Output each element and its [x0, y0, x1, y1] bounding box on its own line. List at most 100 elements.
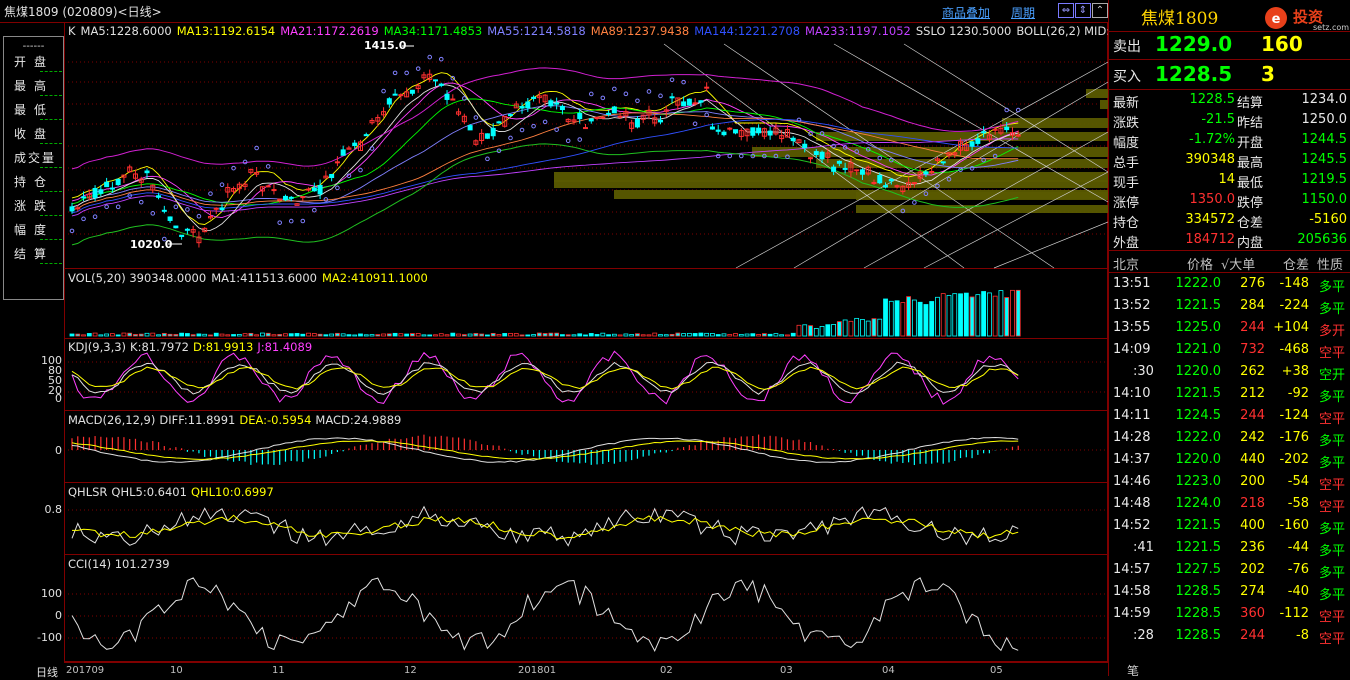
zoom-out-icon[interactable]: ⇕ [1075, 3, 1091, 18]
tick-row[interactable]: 13:51 1222.0 276 -148 多平 [1113, 276, 1347, 298]
sar-dot [219, 182, 225, 188]
menu-item-4[interactable]: 成交量 [14, 149, 56, 166]
bid-volume: 3 [1261, 62, 1275, 86]
tick-row[interactable]: 14:52 1221.5 400 -160 多平 [1113, 518, 1347, 540]
menu-item-0[interactable]: 开盘 [14, 53, 54, 70]
sar-dot [300, 218, 306, 224]
tick-row[interactable]: 14:37 1220.0 440 -202 多平 [1113, 452, 1347, 474]
vol-bar [888, 300, 894, 337]
vol-bar [975, 294, 981, 337]
tick-row[interactable]: 14:46 1223.0 200 -54 空平 [1113, 474, 1347, 496]
menu-item-2[interactable]: 最低 [14, 101, 54, 118]
tick-nature: 空平 [1319, 478, 1346, 493]
vol-bar [438, 333, 444, 337]
vol-bar [790, 332, 796, 337]
tick-row[interactable]: 14:28 1222.0 242 -176 多平 [1113, 430, 1347, 452]
menu-item-6[interactable]: 涨跌 [14, 197, 54, 214]
tick-volume: 284 [1240, 298, 1265, 313]
tick-time: :30 [1133, 364, 1154, 379]
tick-row[interactable]: 14:11 1224.5 244 -124 空平 [1113, 408, 1347, 430]
candle-body [519, 106, 525, 109]
tick-price: 1222.0 [1175, 430, 1222, 445]
tick-row[interactable]: :28 1228.5 244 -8 空平 [1113, 628, 1347, 650]
tick-oi: -468 [1279, 342, 1309, 357]
candle-body [883, 185, 889, 188]
quote-label: 涨跌 [1113, 116, 1140, 131]
vol-bar [467, 333, 473, 337]
tick-price: 1228.5 [1175, 628, 1222, 643]
sar-dot [208, 191, 213, 196]
quote-value: 1245.5 [1301, 152, 1348, 167]
tick-nature: 多平 [1319, 522, 1346, 537]
tick-time: :41 [1133, 540, 1154, 555]
tick-header-big[interactable]: √大单 [1221, 254, 1255, 273]
vol-bar [773, 333, 779, 337]
vol-bar [640, 334, 646, 337]
tick-time: 14:57 [1113, 562, 1151, 577]
sar-dot [277, 220, 283, 225]
vol-bar [646, 334, 652, 337]
vol-bar [692, 333, 698, 337]
tick-row[interactable]: 14:48 1224.0 218 -58 空平 [1113, 496, 1347, 518]
tick-oi: -76 [1287, 562, 1309, 577]
vol-bar [710, 333, 715, 337]
tick-nature: 多开 [1319, 324, 1346, 339]
tick-row[interactable]: 14:59 1228.5 360 -112 空平 [1113, 606, 1347, 628]
vol-bar [727, 334, 733, 337]
vol-bar [629, 334, 635, 337]
candle-body [923, 171, 929, 175]
sar-dot [404, 70, 409, 76]
candle-body [767, 130, 773, 136]
vol-bar [421, 334, 427, 337]
tick-row[interactable]: 13:55 1225.0 244 +104 多开 [1113, 320, 1347, 342]
vol-bar [173, 334, 179, 337]
quote-label: 现手 [1113, 176, 1140, 191]
zoom-in-icon[interactable]: ⇔ [1058, 3, 1074, 18]
kdj-axis-label: 0 [55, 392, 62, 405]
vol-bar [906, 296, 912, 337]
quote-value: -21.5 [1201, 112, 1235, 127]
chevron-up-icon[interactable]: ⌃ [1092, 3, 1108, 18]
indicator-bar: K MA5:1228.6000 MA13:1192.6154 MA21:1172.26… [68, 24, 1108, 38]
tick-row[interactable]: 14:10 1221.5 212 -92 多平 [1113, 386, 1347, 408]
menu-item-3[interactable]: 收盘 [14, 125, 54, 142]
vol-bar [236, 334, 242, 337]
candle-body [173, 225, 179, 229]
menu-item-5[interactable]: 持仓 [14, 173, 54, 190]
menu-item-7[interactable]: 幅度 [14, 221, 54, 238]
vol-bar [242, 333, 248, 337]
kline-chart[interactable]: K MA5:1228.6000 MA13:1192.6154 MA21:1172.26… [64, 22, 1108, 676]
sar-dot [312, 207, 317, 213]
tick-row[interactable]: :30 1220.0 262 +38 空开 [1113, 364, 1347, 386]
vol-bar [213, 332, 219, 337]
high-label: 1415.0 [364, 39, 407, 52]
quote-label: 昨结 [1237, 116, 1264, 131]
sar-dot [381, 88, 386, 94]
candle-body [271, 189, 277, 192]
vol-bar [583, 334, 588, 337]
sar-dot [427, 54, 433, 60]
vol-bar [525, 334, 531, 337]
tick-row[interactable]: 13:52 1221.5 284 -224 多平 [1113, 298, 1347, 320]
overlay-commodity-link[interactable]: 商品叠加 [942, 4, 990, 21]
candle-body [282, 195, 288, 201]
tick-row[interactable]: 14:58 1228.5 274 -40 多平 [1113, 584, 1347, 606]
kdj-d-line [71, 366, 1019, 390]
candle-body [288, 196, 294, 199]
tick-row[interactable]: :41 1221.5 236 -44 多平 [1113, 540, 1347, 562]
menu-item-1[interactable]: 最高 [14, 77, 54, 94]
candle-body [438, 83, 444, 86]
tick-row[interactable]: 14:57 1227.5 202 -76 多平 [1113, 562, 1347, 584]
menu-item-8[interactable]: 结算 [14, 245, 54, 262]
candle-body [750, 127, 756, 136]
tick-row[interactable]: 14:09 1221.0 732 -468 空平 [1113, 342, 1347, 364]
tick-nature: 空平 [1319, 632, 1346, 647]
candle-body [409, 89, 415, 94]
vol-bar [911, 299, 917, 337]
candle-body [179, 234, 185, 237]
period-link[interactable]: 周期 [1011, 4, 1035, 21]
tick-nature: 空平 [1319, 412, 1346, 427]
candle-body [940, 161, 946, 164]
vol-bar [444, 334, 450, 337]
tick-price: 1221.5 [1175, 298, 1222, 313]
